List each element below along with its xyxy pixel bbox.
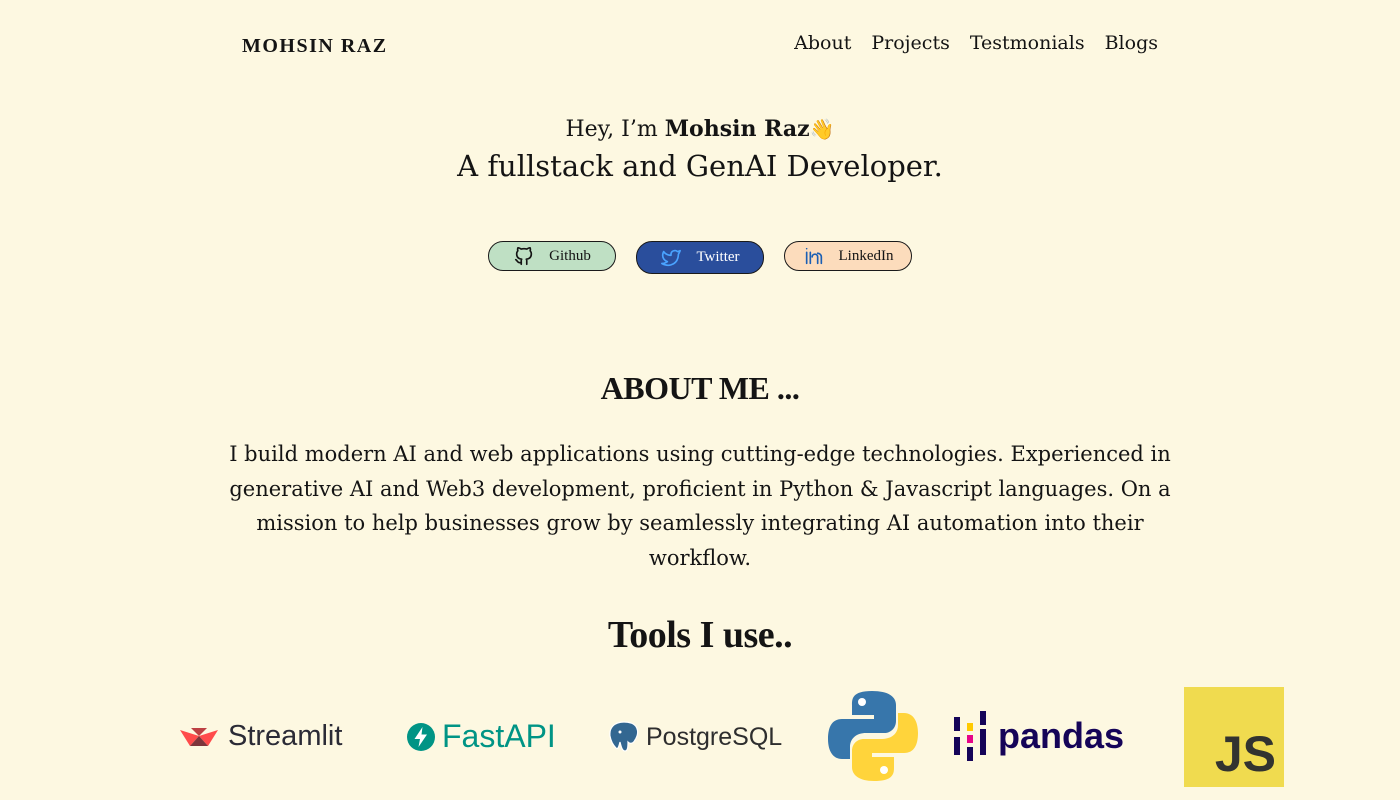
hero-section: Hey, I’m Mohsin Raz👋 A fullstack and Gen… — [0, 113, 1400, 186]
tool-python — [826, 689, 920, 783]
streamlit-label: Streamlit — [228, 720, 343, 752]
linkedin-button[interactable]: LinkedIn — [784, 241, 912, 271]
tool-postgresql: PostgreSQL — [606, 720, 782, 754]
github-label: Github — [549, 247, 591, 264]
tool-pandas: pandas — [952, 709, 1124, 763]
tools-heading: Tools I use.. — [607, 614, 793, 656]
greeting-prefix: Hey, I’m — [565, 117, 658, 142]
nav-link-blogs[interactable]: Blogs — [1105, 32, 1158, 54]
postgresql-logo — [609, 721, 639, 752]
twitter-button[interactable]: Twitter — [636, 241, 764, 274]
python-logo — [828, 691, 918, 781]
github-button[interactable]: Github — [488, 241, 616, 271]
tool-streamlit: Streamlit — [178, 720, 342, 753]
twitter-icon — [661, 249, 682, 266]
hero-tagline: A fullstack and GenAI Developer. — [457, 149, 943, 183]
pandas-logo — [954, 711, 986, 761]
github-icon — [515, 246, 533, 266]
tool-javascript: JS — [1184, 687, 1284, 787]
about-heading: ABOUT ME ... — [600, 370, 800, 406]
about-text: I build modern AI and web applications u… — [229, 442, 1171, 570]
nav-link-testimonials[interactable]: Testmonials — [970, 32, 1085, 54]
linkedin-icon — [805, 247, 822, 265]
tool-fastapi: FastAPI — [406, 718, 556, 755]
postgresql-label: PostgreSQL — [646, 722, 783, 751]
nav-links: About Projects Testmonials Blogs — [794, 32, 1158, 54]
hero-greeting: Hey, I’m Mohsin Raz👋 — [0, 113, 1400, 146]
linkedin-label: LinkedIn — [838, 247, 894, 264]
brand-logo[interactable]: MOHSIN RAZ — [242, 35, 388, 58]
fastapi-logo — [407, 722, 435, 751]
wave-icon: 👋 — [809, 117, 835, 141]
pandas-label: pandas — [998, 715, 1125, 756]
social-links: Github Twitter LinkedIn — [0, 241, 1400, 274]
fastapi-label: FastAPI — [442, 718, 556, 754]
streamlit-logo — [180, 727, 218, 746]
hero-name: Mohsin Raz — [664, 116, 810, 142]
javascript-logo: JS — [1214, 726, 1276, 782]
nav-link-about[interactable]: About — [794, 32, 851, 54]
nav-link-projects[interactable]: Projects — [871, 32, 949, 54]
twitter-label: Twitter — [696, 249, 740, 265]
navbar: MOHSIN RAZ About Projects Testmonials Bl… — [0, 0, 1400, 90]
